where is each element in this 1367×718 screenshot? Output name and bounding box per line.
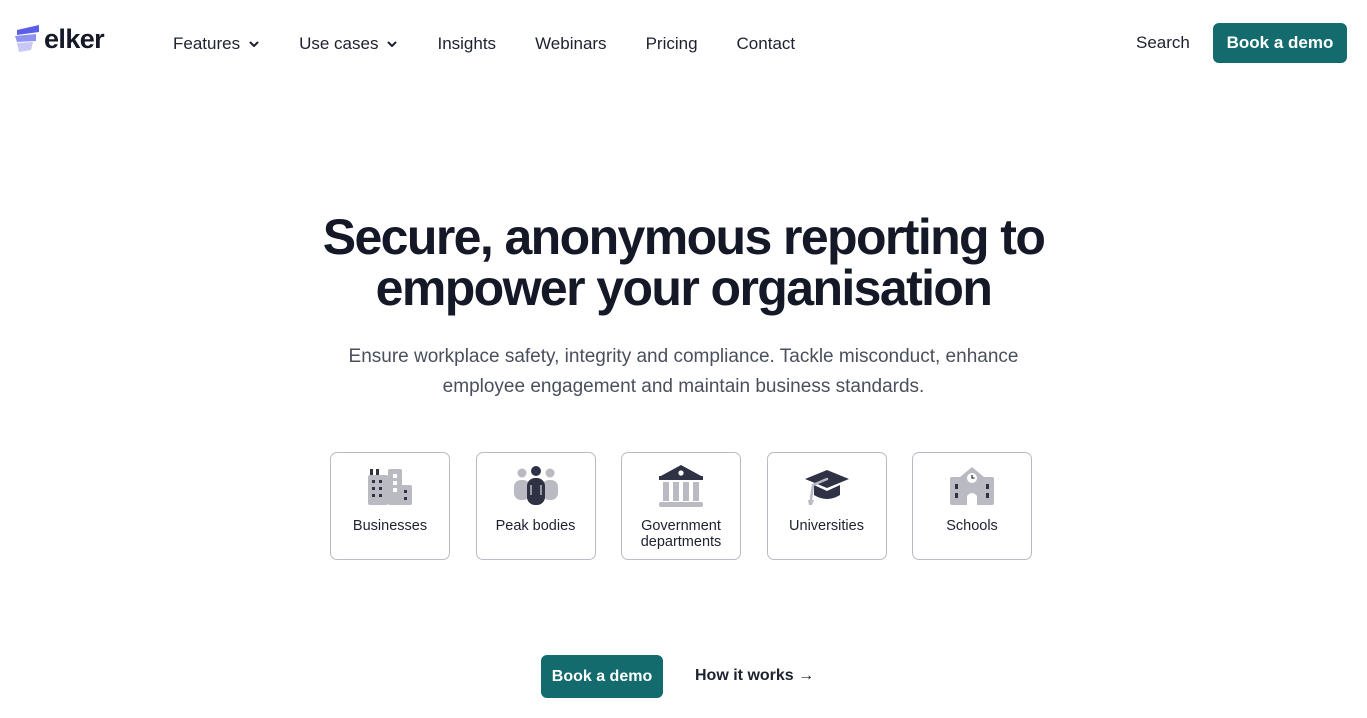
- hero-subtitle-line: employee engagement and maintain busines…: [442, 376, 925, 397]
- use-case-card-peak-bodies[interactable]: Peak bodies: [475, 452, 596, 560]
- use-case-cards: Businesses Peak bodies Government depart: [330, 452, 1032, 560]
- use-case-label: Businesses: [352, 518, 428, 534]
- nav-item-label: Pricing: [645, 34, 698, 53]
- chevron-down-icon: [387, 41, 397, 47]
- nav-item-features[interactable]: Features: [173, 33, 260, 55]
- book-demo-button[interactable]: Book a demo: [541, 655, 663, 698]
- use-case-card-government[interactable]: Government departments: [621, 452, 741, 560]
- government-building-icon: [659, 465, 703, 507]
- chevron-down-icon: [249, 41, 259, 47]
- hero-title-line: Secure, anonymous reporting to: [322, 209, 1046, 265]
- logo-text: elker: [44, 24, 105, 54]
- nav-item-label: Features: [173, 34, 241, 53]
- hero-title-line: empower your organisation: [375, 260, 993, 316]
- use-case-label: Schools: [946, 518, 998, 534]
- graduation-cap-icon: [804, 470, 849, 505]
- hero-subtitle: Ensure workplace safety, integrity and c…: [0, 342, 1367, 402]
- use-case-card-universities[interactable]: Universities: [766, 452, 887, 560]
- how-it-works-link[interactable]: How it works →: [695, 666, 814, 686]
- nav-item-label: Insights: [437, 34, 497, 53]
- use-case-label: Peak bodies: [495, 518, 576, 534]
- building-icon: [368, 469, 412, 505]
- top-navigation: elker Features Use cases Insights Webina…: [0, 0, 1367, 88]
- nav-item-insights[interactable]: Insights: [437, 33, 496, 55]
- nav-item-contact[interactable]: Contact: [737, 33, 796, 55]
- use-case-label-line: departments: [640, 534, 722, 550]
- nav-item-label: Use cases: [299, 34, 379, 53]
- use-case-label: Universities: [789, 518, 864, 534]
- nav-item-use-cases[interactable]: Use cases: [299, 33, 398, 55]
- nav-item-label: Webinars: [535, 34, 607, 53]
- hero-subtitle-line: Ensure workplace safety, integrity and c…: [348, 346, 1019, 367]
- use-case-card-schools[interactable]: Schools: [912, 452, 1032, 560]
- main-menu: Features Use cases Insights Webinars Pri…: [173, 33, 834, 55]
- use-case-label-line: Government: [641, 518, 721, 534]
- hero-title: Secure, anonymous reporting to empower y…: [0, 212, 1367, 314]
- nav-item-webinars[interactable]: Webinars: [535, 33, 607, 55]
- book-demo-nav-button[interactable]: Book a demo: [1213, 23, 1347, 63]
- search-link[interactable]: Search: [1136, 32, 1190, 54]
- use-case-card-businesses[interactable]: Businesses: [330, 452, 450, 560]
- logo[interactable]: elker: [14, 24, 105, 54]
- use-case-label: Government departments: [622, 518, 740, 550]
- nav-item-pricing[interactable]: Pricing: [646, 33, 698, 55]
- elker-logo-icon: [15, 25, 39, 52]
- school-icon: [950, 467, 994, 505]
- group-icon: [513, 466, 558, 505]
- nav-item-label: Contact: [736, 34, 796, 53]
